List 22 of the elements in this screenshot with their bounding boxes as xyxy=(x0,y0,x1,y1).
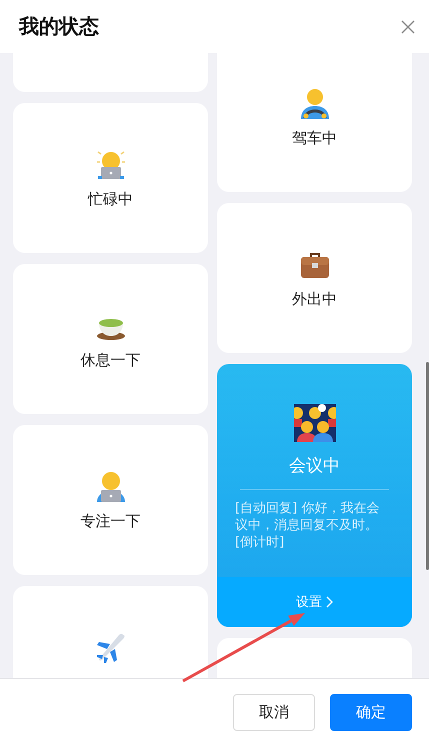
close-icon[interactable] xyxy=(401,20,415,34)
dialog-title: 我的状态 xyxy=(19,13,99,40)
status-card[interactable]: 休息一下 xyxy=(13,264,208,414)
status-card[interactable]: 专注一下 xyxy=(13,425,208,575)
status-label: 休息一下 xyxy=(80,350,140,370)
person-laptop-icon xyxy=(94,470,126,502)
status-card[interactable]: 驾车中 xyxy=(217,53,412,192)
driver-icon xyxy=(298,86,330,118)
auto-reply-text: [自动回复] 你好，我在会议中，消息回复不及时。[倒计时] xyxy=(234,500,380,552)
cancel-button[interactable]: 取消 xyxy=(233,694,315,730)
confirm-button[interactable]: 确定 xyxy=(330,694,412,730)
group-icon xyxy=(294,404,336,442)
status-label: 忙碌中 xyxy=(88,188,133,208)
status-card[interactable]: 忙碌中 xyxy=(13,103,208,253)
airplane-icon xyxy=(94,632,126,664)
status-label: 会议中 xyxy=(289,456,340,476)
scrollbar[interactable] xyxy=(426,362,429,570)
status-label: 外出中 xyxy=(292,288,337,308)
status-label: 驾车中 xyxy=(292,128,337,148)
chevron-icon xyxy=(326,596,333,608)
status-label: 专注一下 xyxy=(80,510,140,530)
status-card[interactable]: 外出中 xyxy=(217,203,412,353)
